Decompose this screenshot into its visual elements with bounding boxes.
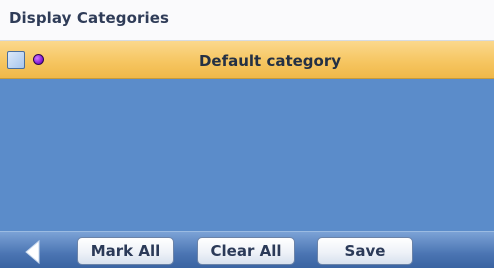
category-list[interactable]: Default category (0, 41, 494, 231)
back-button[interactable] (22, 239, 48, 265)
page-title: Display Categories (9, 9, 170, 27)
title-bar: Display Categories (0, 0, 494, 41)
bottom-toolbar: Mark All Clear All Save (0, 231, 494, 268)
back-arrow-icon (25, 239, 40, 265)
mark-all-button[interactable]: Mark All (77, 237, 174, 265)
clear-all-button[interactable]: Clear All (197, 237, 295, 265)
category-label: Default category (198, 52, 342, 70)
list-item-default-category[interactable]: Default category (0, 41, 494, 79)
save-button[interactable]: Save (317, 237, 413, 265)
